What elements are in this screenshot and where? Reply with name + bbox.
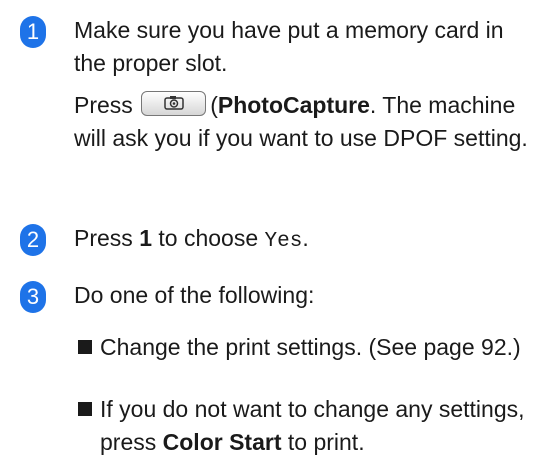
photocapture-label: PhotoCapture <box>217 92 370 118</box>
bullet-square <box>78 402 92 416</box>
step-1-instruction: Make sure you have put a memory card in … <box>74 17 504 76</box>
step-3-instruction: Do one of the following: <box>74 282 315 308</box>
camera-icon <box>164 96 184 110</box>
photocapture-button[interactable] <box>141 91 207 116</box>
step-number-badge: 2 <box>20 224 46 256</box>
bullet-text: Change the print settings. (See page 92.… <box>100 334 521 360</box>
step-number-badge: 3 <box>20 281 46 313</box>
bullet-text: If you do not want to change any setting… <box>100 393 540 459</box>
press-text: Press <box>74 225 133 251</box>
step-1-press-instruction: Press (PhotoCapture. The machine will as… <box>74 91 528 151</box>
bullet-suffix: to print. <box>287 429 365 455</box>
key-1: 1 <box>139 225 152 251</box>
press-text: Press <box>74 92 133 118</box>
bullet-square <box>78 340 92 354</box>
option-yes: Yes <box>264 230 303 253</box>
step-2-instruction: Press 1 to choose Yes. <box>74 222 540 258</box>
period: . <box>302 225 309 251</box>
choose-text: to choose <box>158 225 259 251</box>
color-start-key: Color Start <box>162 429 282 455</box>
step-number-badge: 1 <box>20 16 46 48</box>
